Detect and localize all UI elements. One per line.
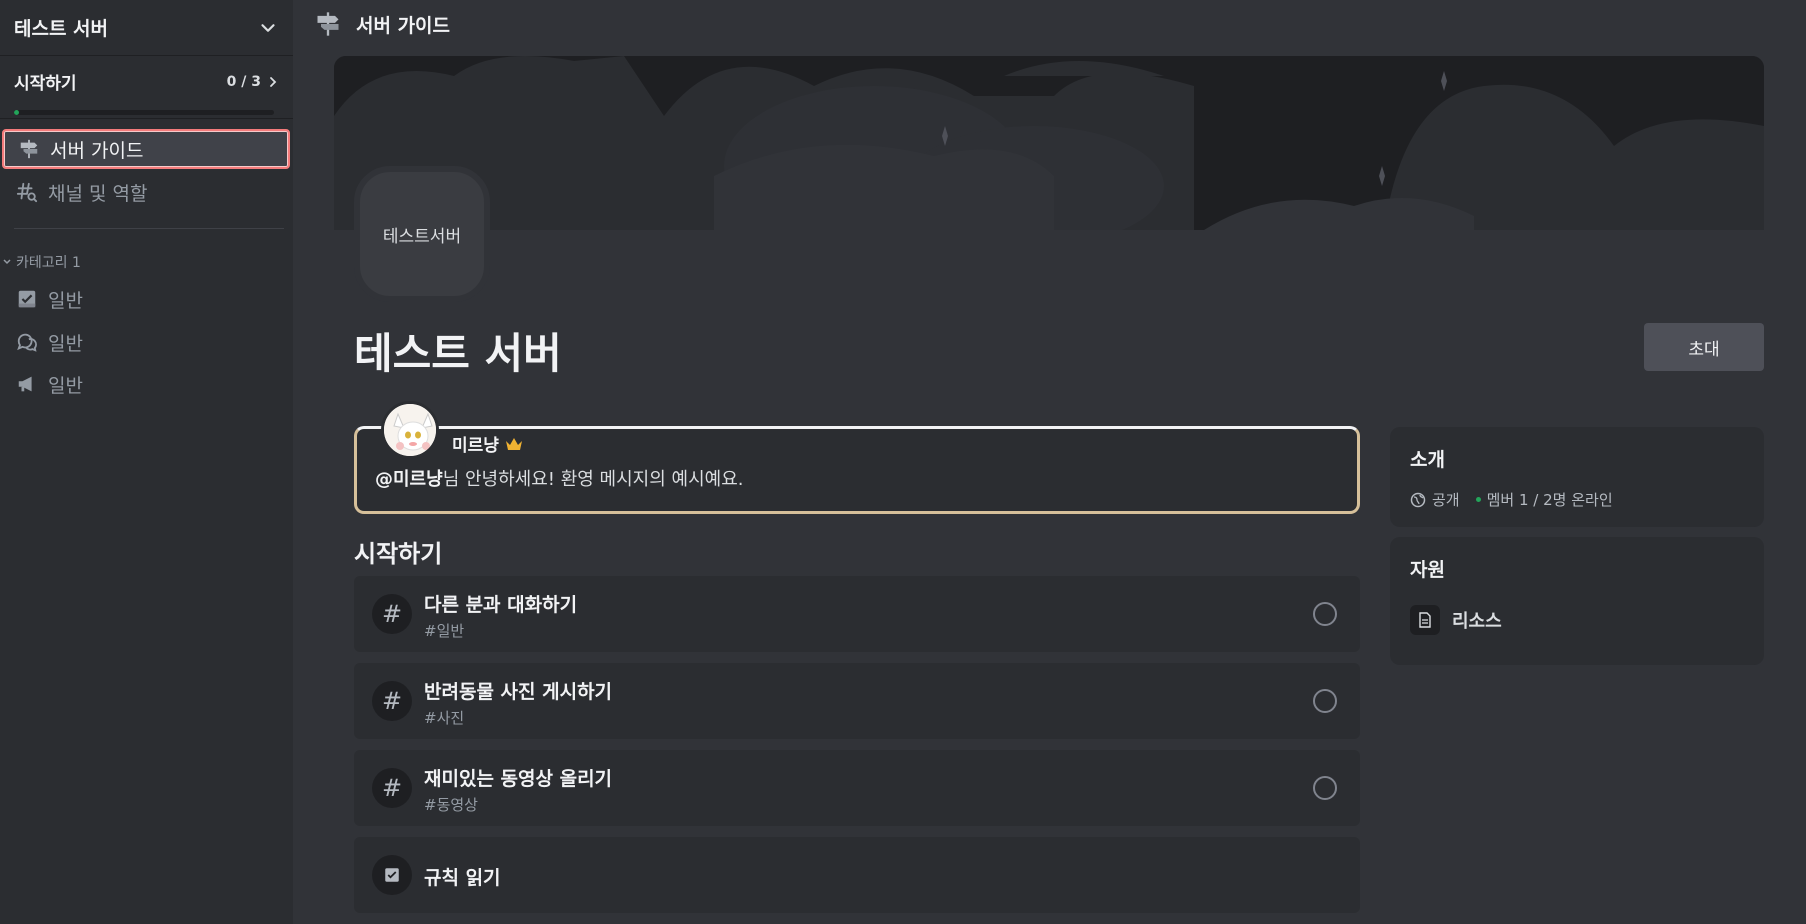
- banner-art: [334, 56, 1764, 230]
- chevron-down-icon: [3, 259, 11, 265]
- chevron-down-icon[interactable]: [257, 17, 279, 39]
- member-count: 멤버 1 / 2명 온라인: [1486, 491, 1613, 509]
- channel-browse-icon: [16, 181, 38, 203]
- channel-label: 일반: [48, 374, 83, 397]
- hashtag-icon: #: [372, 768, 412, 808]
- author-name[interactable]: 미르냥: [452, 431, 499, 456]
- signpost-icon: [317, 12, 339, 36]
- onboarding-count: 0 / 3: [226, 73, 261, 90]
- welcome-message: 님 안녕하세요! 환영 메시지의 예시예요.: [442, 469, 744, 490]
- task-item[interactable]: # 재미있는 동영상 올리기 #동영상: [354, 750, 1360, 826]
- task-channel: #일반: [424, 622, 465, 640]
- server-name: 테스트 서버: [14, 18, 109, 40]
- hashtag-icon: #: [372, 594, 412, 634]
- channel-item[interactable]: 일반: [2, 322, 290, 362]
- task-item[interactable]: # 반려동물 사진 게시하기 #사진: [354, 663, 1360, 739]
- document-icon: [1410, 605, 1440, 635]
- onboarding-progress[interactable]: 시작하기 0 / 3: [0, 57, 293, 119]
- server-sidebar: 테스트 서버 시작하기 0 / 3 서버 가이드 채널 및 역할 카테고리 1: [0, 0, 293, 924]
- tasks-title: 시작하기: [354, 540, 443, 568]
- about-card: 소개 공개 멤버 1 / 2명 온라인: [1390, 427, 1764, 527]
- server-title: 테스트 서버: [354, 329, 562, 378]
- signpost-icon: [18, 138, 40, 160]
- task-checkbox[interactable]: [1313, 602, 1337, 626]
- invite-button[interactable]: 초대: [1644, 323, 1764, 371]
- onboarding-title: 시작하기: [14, 74, 77, 94]
- channel-label: 일반: [48, 332, 83, 355]
- forum-channel-icon: [16, 331, 38, 353]
- mention[interactable]: @미르냥: [375, 469, 443, 490]
- server-header[interactable]: 테스트 서버: [0, 0, 293, 56]
- channel-item[interactable]: 일반: [2, 364, 290, 404]
- task-checkbox[interactable]: [1313, 776, 1337, 800]
- task-name: 반려동물 사진 게시하기: [424, 681, 613, 703]
- rules-channel-icon: [372, 855, 412, 895]
- channel-label: 일반: [48, 289, 83, 312]
- channel-item[interactable]: 일반: [2, 279, 290, 319]
- announcement-channel-icon: [16, 373, 38, 395]
- task-name: 다른 분과 대화하기: [424, 594, 578, 616]
- nav-item-channels-roles[interactable]: 채널 및 역할: [2, 172, 290, 212]
- page-title: 서버 가이드: [356, 14, 451, 37]
- server-icon-text: 테스트서버: [382, 226, 462, 247]
- about-info: 공개 멤버 1 / 2명 온라인: [1410, 489, 1613, 510]
- welcome-text: @미르냥님 안녕하세요! 환영 메시지의 예시예요.: [375, 465, 743, 491]
- nav-item-server-guide[interactable]: 서버 가이드: [2, 129, 290, 169]
- resource-item[interactable]: 리소스: [1410, 605, 1502, 635]
- task-channel: #사진: [424, 709, 465, 727]
- category-header[interactable]: 카테고리 1: [2, 252, 81, 272]
- top-bar: 서버 가이드: [294, 0, 1806, 48]
- chevron-right-icon: [270, 76, 277, 87]
- welcome-author: 미르냥: [452, 431, 523, 456]
- read-rules-item[interactable]: 규칙 읽기: [354, 837, 1360, 913]
- rules-channel-icon: [16, 288, 38, 310]
- globe-icon: [1410, 492, 1426, 507]
- task-channel: #동영상: [424, 796, 478, 814]
- welcome-message-card: 미르냥 @미르냥님 안녕하세요! 환영 메시지의 예시예요.: [354, 401, 1360, 514]
- avatar[interactable]: [381, 401, 439, 459]
- online-dot: [1475, 497, 1481, 502]
- task-item[interactable]: # 다른 분과 대화하기 #일반: [354, 576, 1360, 652]
- resources-card: 자원 리소스: [1390, 537, 1764, 665]
- category-label: 카테고리 1: [16, 255, 81, 271]
- crown-icon: [505, 437, 522, 450]
- server-banner: [334, 56, 1764, 230]
- resources-title: 자원: [1410, 559, 1445, 581]
- task-name: 재미있는 동영상 올리기: [424, 768, 613, 790]
- sidebar-divider: [14, 228, 284, 229]
- task-name: 규칙 읽기: [424, 867, 501, 889]
- visibility-label: 공개: [1432, 491, 1460, 509]
- nav-label: 서버 가이드: [50, 139, 144, 162]
- server-guide-main: 테스트서버 테스트 서버 초대 미르냥 @미르냥님 안녕하세요! 환영 메시지의…: [294, 48, 1806, 924]
- about-title: 소개: [1410, 449, 1445, 471]
- nav-label: 채널 및 역할: [48, 182, 148, 205]
- task-checkbox[interactable]: [1313, 689, 1337, 713]
- resource-label: 리소스: [1452, 611, 1502, 632]
- onboarding-progress-fill: [14, 110, 20, 115]
- onboarding-progress-bar: [14, 110, 274, 115]
- hashtag-icon: #: [372, 681, 412, 721]
- server-icon: 테스트서버: [354, 166, 490, 302]
